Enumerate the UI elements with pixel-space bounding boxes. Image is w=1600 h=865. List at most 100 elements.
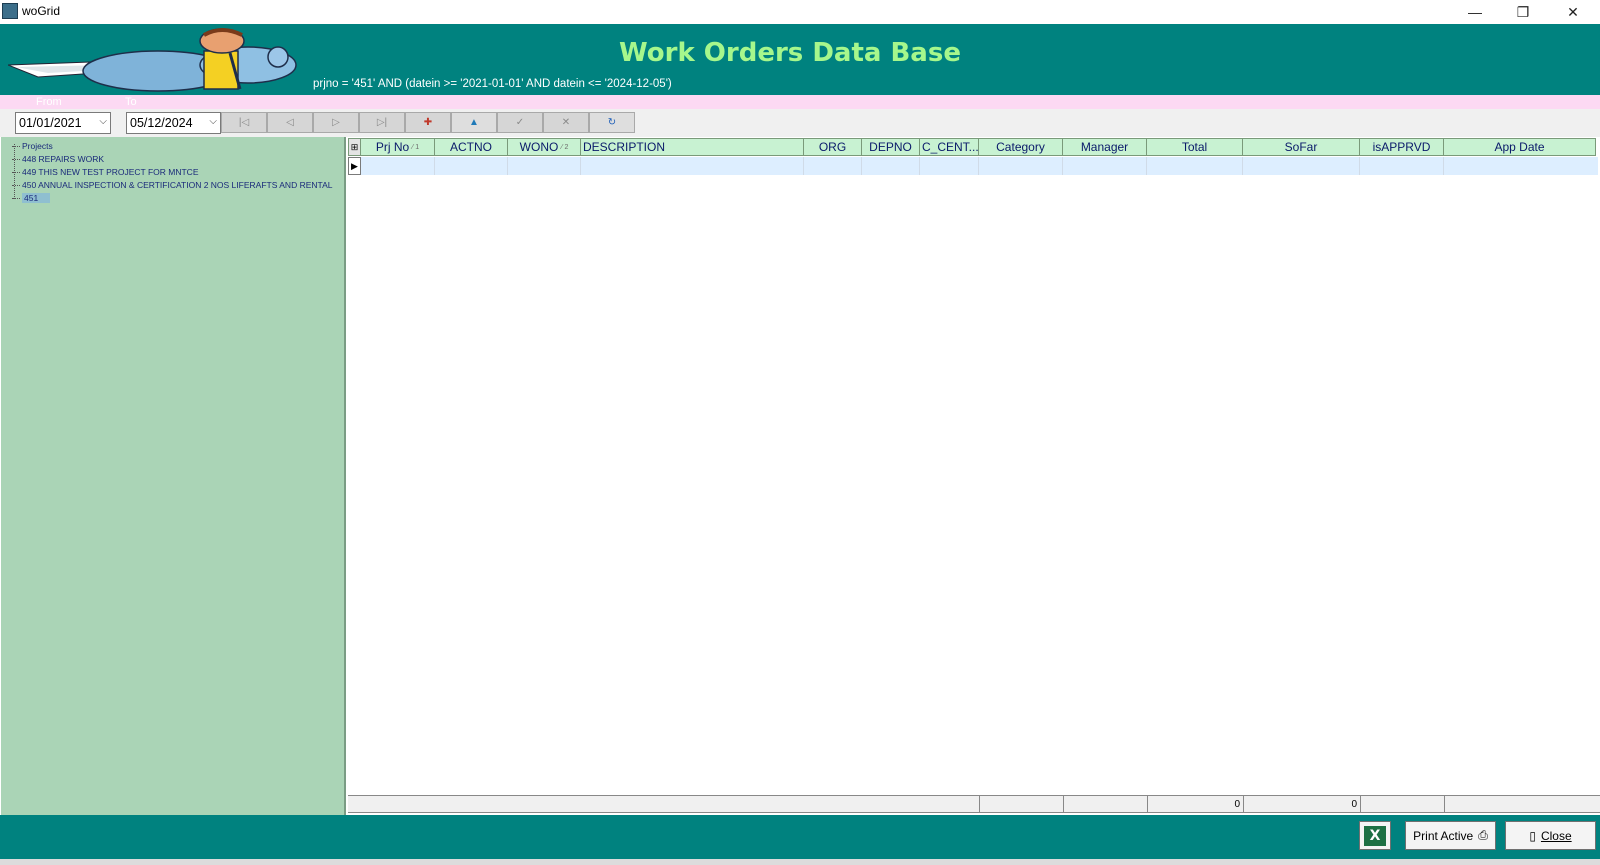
export-excel-button[interactable]: X [1359, 821, 1391, 850]
from-date-value: 01/01/2021 [19, 116, 82, 130]
column-label: isAPPRVD [1372, 140, 1431, 154]
tree-connector [12, 197, 20, 199]
print-active-label: Print Active [1413, 828, 1474, 843]
prior-record-button[interactable]: ◁ [267, 112, 313, 133]
row-cell[interactable] [862, 157, 920, 175]
tree-item-450[interactable]: 450 ANNUAL INSPECTION & CERTIFICATION 2 … [12, 179, 332, 191]
column-label: Category [996, 140, 1045, 154]
chevron-down-icon: ⌵ [209, 116, 217, 127]
last-record-button[interactable]: ▷| [359, 112, 405, 133]
row-cell[interactable] [361, 157, 435, 175]
column-label: SoFar [1284, 140, 1318, 154]
current-row-indicator: ▶ [348, 157, 361, 175]
column-label: DESCRIPTION [583, 140, 666, 154]
check-icon: ✓ [515, 117, 525, 128]
window-close-button[interactable]: ✕ [1550, 0, 1596, 24]
row-cell[interactable] [435, 157, 508, 175]
column-header-wono[interactable]: WONO ⁄ 2 [508, 138, 581, 156]
row-cell[interactable] [508, 157, 581, 175]
tree-item-448[interactable]: 448 REPAIRS WORK [12, 153, 104, 165]
tree-item-451[interactable]: 451 [12, 192, 51, 204]
column-header-category[interactable]: Category [979, 138, 1063, 156]
grid-corner-icon[interactable]: ⊞ [348, 138, 361, 156]
column-header-description[interactable]: DESCRIPTION [581, 138, 804, 156]
column-label: Total [1181, 140, 1208, 154]
tree-connector [12, 145, 20, 147]
filter-label-strip [0, 95, 1600, 109]
tree-item-label: 449 THIS NEW TEST PROJECT FOR MNTCE [22, 167, 199, 177]
row-cell[interactable] [1147, 157, 1243, 175]
row-cell[interactable] [804, 157, 862, 175]
to-date-value: 05/12/2024 [130, 116, 193, 130]
work-orders-grid[interactable] [348, 137, 1600, 815]
footer-sofar-value: 0 [1243, 795, 1360, 813]
page-title: Work Orders Data Base [619, 38, 961, 68]
tree-connector [12, 171, 20, 173]
project-tree[interactable] [1, 137, 346, 815]
column-header-org[interactable]: ORG [804, 138, 862, 156]
tree-root-label: Projects [22, 141, 53, 151]
footer-cell-category [979, 795, 1063, 813]
refresh-button[interactable]: ↻ [589, 112, 635, 133]
column-label: Manager [1080, 140, 1129, 154]
from-label: From [36, 96, 62, 108]
window-title: woGrid [22, 4, 61, 18]
column-header-prjno[interactable]: Prj No ⁄ 1 [361, 138, 435, 156]
plus-icon: ✚ [423, 117, 433, 128]
cancel-record-button[interactable]: ✕ [543, 112, 589, 133]
print-active-button[interactable]: Print Active ⎙ [1405, 821, 1496, 850]
tree-item-label: 450 ANNUAL INSPECTION & CERTIFICATION 2 … [22, 180, 333, 190]
column-header-appdate[interactable]: App Date [1444, 138, 1596, 156]
column-header-manager[interactable]: Manager [1063, 138, 1147, 156]
footer-total-value: 0 [1147, 795, 1243, 813]
row-cell[interactable] [979, 157, 1063, 175]
sort-indicator: ⁄ 2 [561, 143, 569, 151]
column-label: Prj No [375, 140, 410, 154]
row-cell[interactable] [1243, 157, 1360, 175]
column-header-depno[interactable]: DEPNO [862, 138, 920, 156]
row-cell[interactable] [920, 157, 979, 175]
column-header-actno[interactable]: ACTNO [435, 138, 508, 156]
first-icon: |◁ [238, 117, 250, 128]
close-button[interactable]: ▯ Close [1505, 821, 1596, 850]
excel-icon: X [1364, 825, 1386, 846]
column-header-isapprvd[interactable]: isAPPRVD [1360, 138, 1444, 156]
tree-root-projects[interactable]: Projects [12, 140, 53, 152]
row-cell[interactable] [1360, 157, 1444, 175]
footer-cell-isapprvd [1360, 795, 1444, 813]
window-title-bar [0, 0, 1600, 24]
first-record-button[interactable]: |◁ [221, 112, 267, 133]
column-header-ccent[interactable]: C_CENT... [920, 138, 979, 156]
column-header-total[interactable]: Total [1147, 138, 1243, 156]
minimize-button[interactable]: — [1452, 0, 1498, 24]
x-icon: ✕ [561, 117, 571, 128]
footer-cell-appdate [1444, 795, 1598, 813]
tree-connector [12, 158, 20, 160]
restore-button[interactable]: ❐ [1500, 0, 1546, 24]
sort-indicator: ⁄ 1 [412, 143, 420, 151]
next-icon: ▷ [332, 117, 340, 128]
close-label: Close [1540, 828, 1572, 843]
tree-item-449[interactable]: 449 THIS NEW TEST PROJECT FOR MNTCE [12, 166, 198, 178]
app-icon [2, 3, 18, 19]
column-header-sofar[interactable]: SoFar [1243, 138, 1360, 156]
footer-cell-manager [1063, 795, 1147, 813]
post-record-button[interactable]: ✓ [497, 112, 543, 133]
triangle-up-icon: ▲ [469, 117, 479, 128]
logo-image [8, 28, 297, 92]
door-icon: ▯ [1529, 828, 1536, 843]
column-label: App Date [1494, 140, 1545, 154]
printer-icon: ⎙ [1478, 828, 1488, 842]
from-date-picker[interactable]: 01/01/2021 ⌵ [15, 112, 111, 134]
prior-icon: ◁ [286, 117, 294, 128]
column-label: DEPNO [869, 140, 912, 154]
to-date-picker[interactable]: 05/12/2024 ⌵ [126, 112, 221, 134]
last-icon: ▷| [376, 117, 388, 128]
edit-record-button[interactable]: ▲ [451, 112, 497, 133]
status-strip [0, 859, 1600, 865]
insert-record-button[interactable]: ✚ [405, 112, 451, 133]
row-cell[interactable] [581, 157, 804, 175]
column-label: ACTNO [450, 140, 492, 154]
row-cell[interactable] [1063, 157, 1147, 175]
next-record-button[interactable]: ▷ [313, 112, 359, 133]
